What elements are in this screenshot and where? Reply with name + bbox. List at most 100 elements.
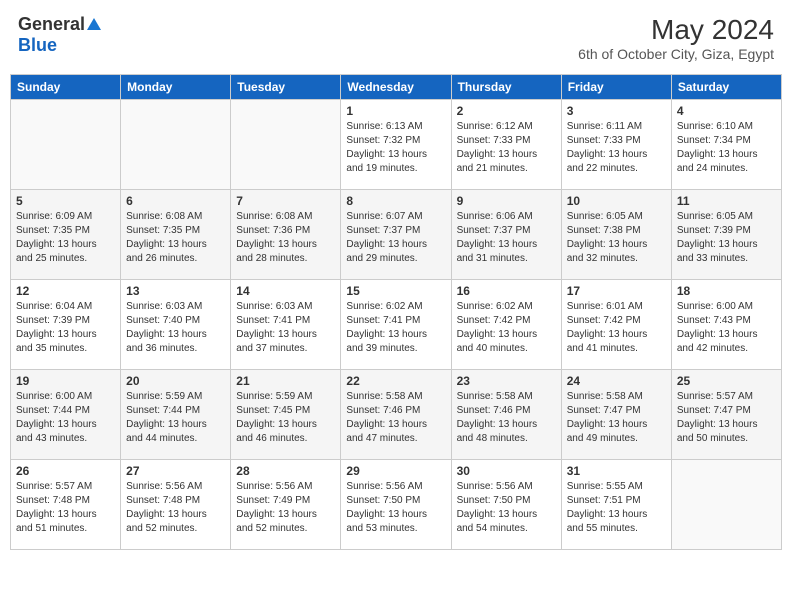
day-info: Sunrise: 6:13 AMSunset: 7:32 PMDaylight:… <box>346 120 445 176</box>
calendar-cell: 20 Sunrise: 5:59 AMSunset: 7:44 PMDayligh… <box>121 370 231 460</box>
calendar-cell: 17 Sunrise: 6:01 AMSunset: 7:42 PMDayligh… <box>561 280 671 370</box>
calendar-cell <box>121 100 231 190</box>
calendar-cell: 22 Sunrise: 5:58 AMSunset: 7:46 PMDayligh… <box>341 370 451 460</box>
calendar-cell: 7 Sunrise: 6:08 AMSunset: 7:36 PMDaylight… <box>231 190 341 280</box>
day-number: 31 <box>567 464 666 478</box>
weekday-header: Wednesday <box>341 75 451 100</box>
day-number: 1 <box>346 104 445 118</box>
day-number: 29 <box>346 464 445 478</box>
day-info: Sunrise: 6:01 AMSunset: 7:42 PMDaylight:… <box>567 300 666 356</box>
calendar-cell: 18 Sunrise: 6:00 AMSunset: 7:43 PMDayligh… <box>671 280 781 370</box>
calendar-week-row: 12 Sunrise: 6:04 AMSunset: 7:39 PMDayligh… <box>11 280 782 370</box>
day-number: 24 <box>567 374 666 388</box>
calendar-cell: 19 Sunrise: 6:00 AMSunset: 7:44 PMDayligh… <box>11 370 121 460</box>
day-info: Sunrise: 5:56 AMSunset: 7:48 PMDaylight:… <box>126 480 225 536</box>
calendar-cell: 10 Sunrise: 6:05 AMSunset: 7:38 PMDayligh… <box>561 190 671 280</box>
weekday-header: Saturday <box>671 75 781 100</box>
calendar-cell <box>671 460 781 550</box>
day-info: Sunrise: 6:09 AMSunset: 7:35 PMDaylight:… <box>16 210 115 266</box>
calendar-cell: 31Sunrise: 5:55 AMSunset: 7:51 PMDayligh… <box>561 460 671 550</box>
day-info: Sunrise: 5:57 AMSunset: 7:48 PMDaylight:… <box>16 480 115 536</box>
calendar-cell: 23 Sunrise: 5:58 AMSunset: 7:46 PMDayligh… <box>451 370 561 460</box>
weekday-header: Sunday <box>11 75 121 100</box>
day-number: 30 <box>457 464 556 478</box>
calendar-week-row: 26 Sunrise: 5:57 AMSunset: 7:48 PMDayligh… <box>11 460 782 550</box>
day-info: Sunrise: 5:58 AMSunset: 7:46 PMDaylight:… <box>457 390 556 446</box>
day-number: 26 <box>16 464 115 478</box>
day-number: 22 <box>346 374 445 388</box>
calendar-cell: 12 Sunrise: 6:04 AMSunset: 7:39 PMDayligh… <box>11 280 121 370</box>
day-number: 7 <box>236 194 335 208</box>
calendar-cell: 24 Sunrise: 5:58 AMSunset: 7:47 PMDayligh… <box>561 370 671 460</box>
calendar-cell: 8 Sunrise: 6:07 AMSunset: 7:37 PMDaylight… <box>341 190 451 280</box>
calendar-cell: 13Sunrise: 6:03 AMSunset: 7:40 PMDayligh… <box>121 280 231 370</box>
day-info: Sunrise: 6:00 AMSunset: 7:44 PMDaylight:… <box>16 390 115 446</box>
month-year-title: May 2024 <box>578 14 774 46</box>
calendar-cell: 14Sunrise: 6:03 AMSunset: 7:41 PMDayligh… <box>231 280 341 370</box>
calendar-cell: 26 Sunrise: 5:57 AMSunset: 7:48 PMDayligh… <box>11 460 121 550</box>
day-info: Sunrise: 6:02 AMSunset: 7:42 PMDaylight:… <box>457 300 556 356</box>
calendar-cell: 5Sunrise: 6:09 AMSunset: 7:35 PMDaylight… <box>11 190 121 280</box>
day-number: 28 <box>236 464 335 478</box>
day-info: Sunrise: 6:03 AMSunset: 7:40 PMDaylight:… <box>126 300 225 356</box>
day-number: 8 <box>346 194 445 208</box>
location-subtitle: 6th of October City, Giza, Egypt <box>578 46 774 62</box>
day-number: 4 <box>677 104 776 118</box>
weekday-header-row: SundayMondayTuesdayWednesdayThursdayFrid… <box>11 75 782 100</box>
day-info: Sunrise: 6:00 AMSunset: 7:43 PMDaylight:… <box>677 300 776 356</box>
calendar-week-row: 1 Sunrise: 6:13 AMSunset: 7:32 PMDaylight… <box>11 100 782 190</box>
calendar-cell <box>11 100 121 190</box>
day-number: 17 <box>567 284 666 298</box>
day-number: 3 <box>567 104 666 118</box>
day-number: 23 <box>457 374 556 388</box>
day-info: Sunrise: 5:59 AMSunset: 7:44 PMDaylight:… <box>126 390 225 446</box>
day-info: Sunrise: 6:08 AMSunset: 7:36 PMDaylight:… <box>236 210 335 266</box>
page-header: General Blue May 2024 6th of October Cit… <box>10 10 782 66</box>
weekday-header: Tuesday <box>231 75 341 100</box>
weekday-header: Thursday <box>451 75 561 100</box>
calendar-cell: 29 Sunrise: 5:56 AMSunset: 7:50 PMDayligh… <box>341 460 451 550</box>
day-number: 16 <box>457 284 556 298</box>
day-info: Sunrise: 5:58 AMSunset: 7:46 PMDaylight:… <box>346 390 445 446</box>
day-info: Sunrise: 5:56 AMSunset: 7:50 PMDaylight:… <box>346 480 445 536</box>
calendar-cell: 2Sunrise: 6:12 AMSunset: 7:33 PMDaylight… <box>451 100 561 190</box>
day-info: Sunrise: 5:56 AMSunset: 7:50 PMDaylight:… <box>457 480 556 536</box>
day-number: 20 <box>126 374 225 388</box>
weekday-header: Monday <box>121 75 231 100</box>
calendar-cell: 21 Sunrise: 5:59 AMSunset: 7:45 PMDayligh… <box>231 370 341 460</box>
calendar-cell: 25Sunrise: 5:57 AMSunset: 7:47 PMDayligh… <box>671 370 781 460</box>
logo-icon <box>85 16 103 34</box>
day-info: Sunrise: 6:07 AMSunset: 7:37 PMDaylight:… <box>346 210 445 266</box>
day-info: Sunrise: 5:58 AMSunset: 7:47 PMDaylight:… <box>567 390 666 446</box>
day-number: 19 <box>16 374 115 388</box>
day-number: 21 <box>236 374 335 388</box>
calendar-table: SundayMondayTuesdayWednesdayThursdayFrid… <box>10 74 782 550</box>
calendar-week-row: 19 Sunrise: 6:00 AMSunset: 7:44 PMDayligh… <box>11 370 782 460</box>
calendar-cell: 28 Sunrise: 5:56 AMSunset: 7:49 PMDayligh… <box>231 460 341 550</box>
day-info: Sunrise: 5:59 AMSunset: 7:45 PMDaylight:… <box>236 390 335 446</box>
calendar-cell <box>231 100 341 190</box>
day-number: 11 <box>677 194 776 208</box>
logo-blue-text: Blue <box>18 35 57 55</box>
day-number: 2 <box>457 104 556 118</box>
day-number: 14 <box>236 284 335 298</box>
calendar-cell: 16 Sunrise: 6:02 AMSunset: 7:42 PMDayligh… <box>451 280 561 370</box>
day-number: 9 <box>457 194 556 208</box>
day-info: Sunrise: 6:05 AMSunset: 7:38 PMDaylight:… <box>567 210 666 266</box>
day-info: Sunrise: 5:56 AMSunset: 7:49 PMDaylight:… <box>236 480 335 536</box>
calendar-cell: 15Sunrise: 6:02 AMSunset: 7:41 PMDayligh… <box>341 280 451 370</box>
calendar-cell: 11 Sunrise: 6:05 AMSunset: 7:39 PMDayligh… <box>671 190 781 280</box>
calendar-cell: 3 Sunrise: 6:11 AMSunset: 7:33 PMDaylight… <box>561 100 671 190</box>
calendar-cell: 6Sunrise: 6:08 AMSunset: 7:35 PMDaylight… <box>121 190 231 280</box>
logo: General Blue <box>18 14 103 56</box>
day-info: Sunrise: 6:05 AMSunset: 7:39 PMDaylight:… <box>677 210 776 266</box>
day-number: 15 <box>346 284 445 298</box>
day-number: 12 <box>16 284 115 298</box>
day-info: Sunrise: 6:10 AMSunset: 7:34 PMDaylight:… <box>677 120 776 176</box>
day-number: 10 <box>567 194 666 208</box>
day-info: Sunrise: 6:04 AMSunset: 7:39 PMDaylight:… <box>16 300 115 356</box>
day-number: 18 <box>677 284 776 298</box>
day-info: Sunrise: 6:11 AMSunset: 7:33 PMDaylight:… <box>567 120 666 176</box>
calendar-cell: 27Sunrise: 5:56 AMSunset: 7:48 PMDayligh… <box>121 460 231 550</box>
calendar-cell: 4 Sunrise: 6:10 AMSunset: 7:34 PMDaylight… <box>671 100 781 190</box>
